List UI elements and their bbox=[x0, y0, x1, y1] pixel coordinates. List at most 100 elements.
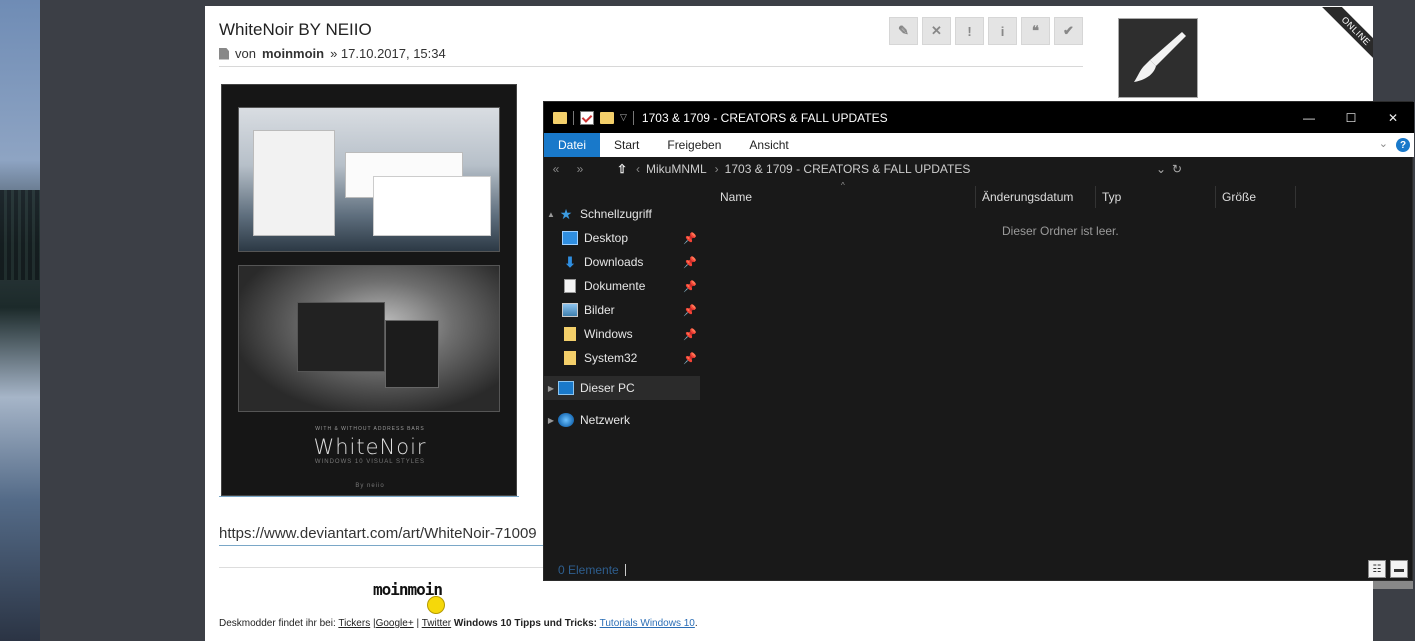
ribbon-tabs: Datei Start Freigeben Ansicht ⌄ ? bbox=[544, 133, 1414, 157]
preview-logo: WhiteNoir bbox=[313, 435, 427, 459]
folder-icon bbox=[564, 327, 576, 341]
help-icon[interactable]: ? bbox=[1396, 138, 1410, 152]
post-author[interactable]: moinmoin bbox=[262, 46, 324, 61]
nav-pictures[interactable]: Bilder 📌 bbox=[544, 298, 700, 322]
tab-datei[interactable]: Datei bbox=[544, 133, 601, 157]
expand-icon[interactable]: ▶ bbox=[544, 384, 558, 393]
meta-prefix: von bbox=[235, 46, 256, 61]
nav-label: Bilder bbox=[584, 303, 615, 317]
deviantart-link[interactable]: https://www.deviantart.com/art/WhiteNoir… bbox=[219, 525, 549, 542]
wallpaper-trees bbox=[0, 190, 40, 280]
pin-icon: 📌 bbox=[683, 256, 697, 269]
preview-dark-window bbox=[297, 302, 385, 372]
quote-button[interactable]: ❝ bbox=[1021, 17, 1050, 45]
breadcrumb-root[interactable]: MikuMNML bbox=[646, 162, 707, 176]
nav-downloads[interactable]: ⬇ Downloads 📌 bbox=[544, 250, 700, 274]
breadcrumb-separator: › bbox=[714, 162, 719, 176]
status-item-count: 0 Elemente bbox=[558, 563, 619, 577]
preview-tagline: WITH & WITHOUT ADDRESS BARS bbox=[315, 426, 425, 432]
quick-access-toolbar: ▽ bbox=[544, 110, 634, 125]
folder-icon bbox=[564, 351, 576, 365]
desktop-wallpaper bbox=[0, 0, 40, 641]
signature-text: Deskmodder findet ihr bei: Tickers |Goog… bbox=[219, 618, 698, 629]
breadcrumb-folder[interactable]: 1703 & 1709 - CREATORS & FALL UPDATES bbox=[725, 162, 971, 176]
nav-quick-access[interactable]: ▲ ★ Schnellzugriff bbox=[544, 202, 700, 226]
nav-network[interactable]: ▶ Netzwerk bbox=[544, 408, 700, 432]
preview-subtitle: WINDOWS 10 VISUAL STYLES bbox=[314, 459, 426, 465]
customize-toolbar-icon[interactable]: ▽ bbox=[620, 112, 627, 123]
column-date[interactable]: Änderungsdatum bbox=[976, 186, 1096, 208]
nav-system32[interactable]: System32 📌 bbox=[544, 346, 700, 370]
post-actions: ✎ ✕ ! i ❝ ✔ bbox=[889, 17, 1083, 45]
document-icon bbox=[219, 47, 229, 60]
preview-credit: By neiio bbox=[355, 483, 385, 489]
post-topbar bbox=[205, 0, 1373, 6]
expand-ribbon-icon[interactable]: ⌄ bbox=[1379, 137, 1388, 150]
large-icons-view-icon[interactable]: ▬ bbox=[1390, 560, 1408, 578]
close-button[interactable]: ✕ bbox=[1372, 102, 1414, 133]
nav-label: Windows bbox=[584, 327, 633, 341]
pin-icon: 📌 bbox=[683, 352, 697, 365]
edit-button[interactable]: ✎ bbox=[889, 17, 918, 45]
link-underline bbox=[219, 545, 549, 546]
page-left-margin bbox=[40, 0, 205, 641]
google-plus-link[interactable]: Google+ bbox=[376, 618, 414, 629]
document-icon bbox=[564, 279, 576, 293]
info-button[interactable]: i bbox=[988, 17, 1017, 45]
address-dropdown-icon[interactable]: ⌄ bbox=[1156, 162, 1166, 176]
pictures-icon bbox=[562, 303, 578, 317]
pin-icon: 📌 bbox=[683, 280, 697, 293]
nav-label: Dieser PC bbox=[580, 381, 635, 395]
tab-start[interactable]: Start bbox=[600, 133, 653, 157]
theme-preview-image[interactable]: WITH & WITHOUT ADDRESS BARS WhiteNoir WI… bbox=[221, 84, 517, 496]
new-folder-icon[interactable] bbox=[600, 111, 614, 124]
report-button[interactable]: ! bbox=[955, 17, 984, 45]
nav-windows[interactable]: Windows 📌 bbox=[544, 322, 700, 346]
back-icon[interactable]: « bbox=[544, 162, 568, 176]
preview-light-desktop bbox=[238, 107, 500, 252]
nav-label: Schnellzugriff bbox=[580, 207, 652, 221]
forward-icon[interactable]: » bbox=[568, 162, 592, 176]
maximize-button[interactable]: ☐ bbox=[1330, 102, 1372, 133]
column-type[interactable]: Typ bbox=[1096, 186, 1216, 208]
minimize-button[interactable]: — bbox=[1288, 102, 1330, 133]
refresh-icon[interactable]: ↻ bbox=[1172, 162, 1182, 176]
post-title[interactable]: WhiteNoir BY NEIIO bbox=[219, 20, 372, 40]
file-explorer-window[interactable]: ▽ 1703 & 1709 - CREATORS & FALL UPDATES … bbox=[543, 101, 1414, 581]
nav-desktop[interactable]: Desktop 📌 bbox=[544, 226, 700, 250]
window-shadow bbox=[1373, 581, 1413, 589]
empty-folder-message: Dieser Ordner ist leer. bbox=[1002, 224, 1119, 238]
toolbar-separator bbox=[632, 110, 634, 125]
up-arrow-icon[interactable]: ⇧ bbox=[610, 162, 634, 176]
view-toggle: ☷ ▬ bbox=[1368, 560, 1408, 578]
delete-button[interactable]: ✕ bbox=[922, 17, 951, 45]
properties-icon[interactable] bbox=[580, 110, 594, 125]
details-view-icon[interactable]: ☷ bbox=[1368, 560, 1386, 578]
period: . bbox=[694, 618, 698, 629]
nav-documents[interactable]: Dokumente 📌 bbox=[544, 274, 700, 298]
title-bar[interactable]: ▽ 1703 & 1709 - CREATORS & FALL UPDATES … bbox=[544, 102, 1414, 133]
star-icon: ★ bbox=[559, 206, 573, 222]
preview-dialog-window bbox=[253, 130, 335, 236]
avatar[interactable] bbox=[1118, 18, 1198, 98]
nav-label: Desktop bbox=[584, 231, 629, 245]
tab-freigeben[interactable]: Freigeben bbox=[653, 133, 735, 157]
collapse-icon[interactable]: ▲ bbox=[544, 210, 558, 219]
tab-ansicht[interactable]: Ansicht bbox=[735, 133, 802, 157]
signature-prefix: Deskmodder findet ihr bei: bbox=[219, 618, 336, 629]
tutorials-link[interactable]: Tutorials Windows 10 bbox=[600, 618, 695, 629]
column-name[interactable]: Name bbox=[714, 186, 976, 208]
approve-button[interactable]: ✔ bbox=[1054, 17, 1083, 45]
twitter-link[interactable]: Twitter bbox=[422, 618, 451, 629]
signature-divider bbox=[219, 567, 549, 568]
preview-dark-window bbox=[385, 320, 439, 388]
expand-icon[interactable]: ▶ bbox=[544, 416, 558, 425]
window-title: 1703 & 1709 - CREATORS & FALL UPDATES bbox=[641, 110, 888, 125]
column-size[interactable]: Größe bbox=[1216, 186, 1296, 208]
breadcrumb-separator: ‹ bbox=[636, 162, 640, 176]
nav-this-pc[interactable]: ▶ Dieser PC bbox=[544, 376, 700, 400]
preview-dark-desktop bbox=[238, 265, 500, 412]
tickers-link[interactable]: Tickers bbox=[338, 618, 370, 629]
online-badge: ONLINE bbox=[1313, 7, 1373, 67]
network-icon bbox=[558, 413, 574, 427]
